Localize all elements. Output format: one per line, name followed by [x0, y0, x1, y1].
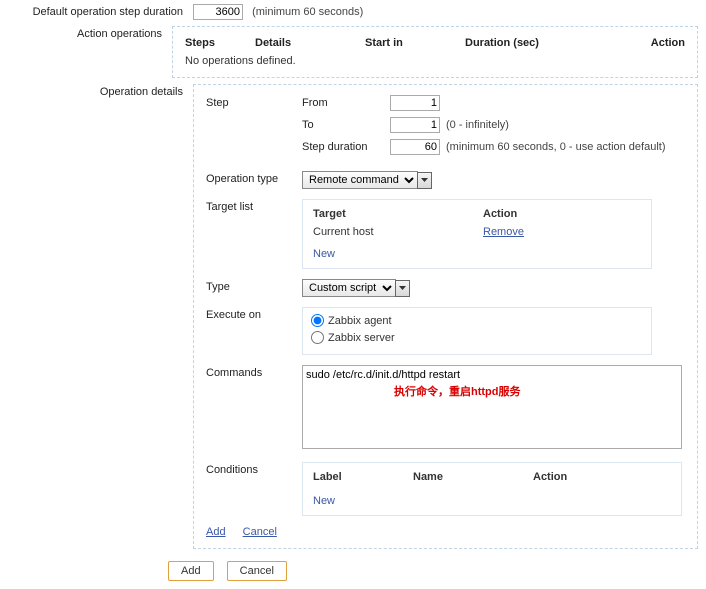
cond-col-name: Name — [413, 471, 533, 483]
execute-on-server-label: Zabbix server — [328, 332, 395, 344]
chevron-down-icon[interactable] — [395, 280, 410, 297]
step-duration-hint: (minimum 60 seconds, 0 - use action defa… — [446, 141, 666, 153]
step-to-hint: (0 - infinitely) — [446, 119, 509, 131]
step-duration-input[interactable] — [390, 139, 440, 155]
step-to-input[interactable] — [390, 117, 440, 133]
operation-cancel-link[interactable]: Cancel — [243, 526, 277, 538]
commands-textarea[interactable] — [302, 365, 682, 449]
conditions-label: Conditions — [206, 462, 302, 516]
operation-type-select[interactable]: Remote command — [302, 171, 418, 189]
target-list-label: Target list — [206, 199, 302, 269]
action-operations-panel: Steps Details Start in Duration (sec) Ac… — [172, 26, 698, 78]
step-label: Step — [206, 95, 302, 161]
step-to-label: To — [302, 119, 390, 131]
execute-on-agent-label: Zabbix agent — [328, 315, 392, 327]
operation-details-label: Operation details — [8, 84, 193, 98]
type-label: Type — [206, 279, 302, 297]
ops-col-duration: Duration (sec) — [465, 37, 625, 49]
chevron-down-icon[interactable] — [417, 172, 432, 189]
execute-on-server-radio[interactable] — [311, 331, 324, 344]
type-select[interactable]: Custom script — [302, 279, 396, 297]
ops-col-details: Details — [255, 37, 365, 49]
cond-col-label: Label — [313, 471, 413, 483]
ops-col-steps: Steps — [185, 37, 255, 49]
cancel-button[interactable]: Cancel — [227, 561, 287, 581]
add-button[interactable]: Add — [168, 561, 214, 581]
operation-details-panel: Step From To (0 - infinitely) Step durat… — [193, 84, 698, 549]
target-row-remove-link[interactable]: Remove — [483, 226, 524, 238]
target-col-target: Target — [313, 208, 483, 220]
ops-col-action: Action — [625, 37, 685, 49]
default-step-duration-label: Default operation step duration — [8, 4, 193, 18]
default-step-duration-input[interactable] — [193, 4, 243, 20]
commands-annotation: 执行命令，重启httpd服务 — [394, 383, 520, 399]
default-step-duration-hint: (minimum 60 seconds) — [252, 6, 363, 18]
execute-on-agent-radio[interactable] — [311, 314, 324, 327]
ops-col-start: Start in — [365, 37, 465, 49]
commands-label: Commands — [206, 365, 302, 452]
step-from-input[interactable] — [390, 95, 440, 111]
cond-col-action: Action — [533, 471, 671, 483]
target-col-action: Action — [483, 208, 641, 220]
target-new-link[interactable]: New — [313, 248, 335, 260]
action-operations-label: Action operations — [8, 26, 172, 40]
execute-on-label: Execute on — [206, 307, 302, 355]
step-from-label: From — [302, 97, 390, 109]
step-duration-label: Step duration — [302, 141, 390, 153]
operation-add-link[interactable]: Add — [206, 526, 226, 538]
no-operations-text: No operations defined. — [185, 55, 685, 67]
operation-type-label: Operation type — [206, 171, 302, 189]
target-row-target: Current host — [313, 226, 483, 238]
conditions-new-link[interactable]: New — [313, 495, 335, 507]
